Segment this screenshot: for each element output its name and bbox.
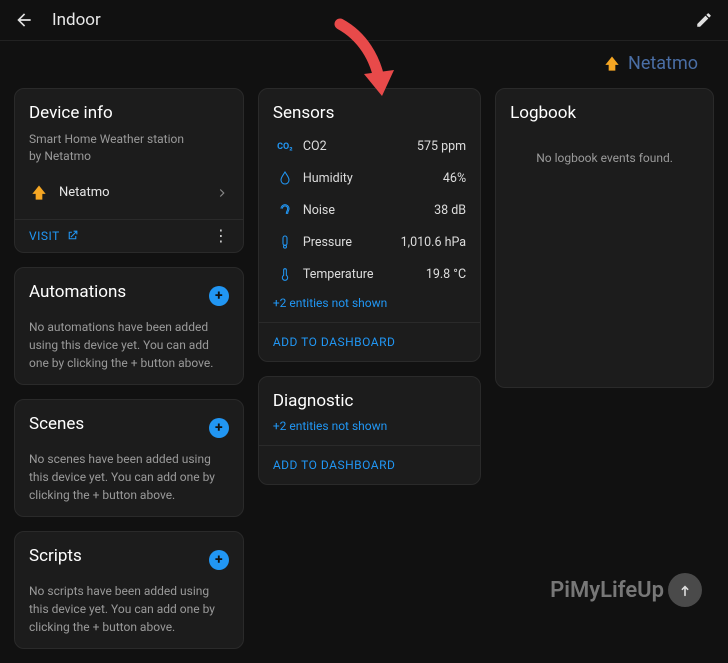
sensors-title: Sensors	[273, 103, 466, 123]
sensors-more-link[interactable]: +2 entities not shown	[273, 296, 466, 310]
brand-logo-label: Netatmo	[602, 53, 698, 74]
add-scene-button[interactable]: +	[209, 418, 229, 438]
diagnostic-more-link[interactable]: +2 entities not shown	[273, 419, 466, 433]
edit-button[interactable]	[694, 10, 714, 30]
logbook-card: Logbook No logbook events found.	[495, 88, 714, 388]
device-info-card: Device info Smart Home Weather station b…	[14, 88, 244, 253]
netatmo-icon	[29, 183, 49, 203]
co2-icon: CO₂	[273, 142, 297, 152]
device-info-title: Device info	[29, 103, 229, 123]
brand-name: Netatmo	[628, 53, 698, 74]
scenes-title: Scenes	[29, 414, 84, 434]
add-script-button[interactable]: +	[209, 550, 229, 570]
sensor-row-pressure[interactable]: Pressure 1,010.6 hPa	[273, 226, 466, 258]
integration-name: Netatmo	[59, 185, 110, 200]
visit-link[interactable]: VISIT	[29, 229, 79, 243]
sensor-row-co2[interactable]: CO₂ CO2 575 ppm	[273, 131, 466, 162]
scenes-card: Scenes + No scenes have been added using…	[14, 399, 244, 517]
page-title: Indoor	[52, 10, 101, 30]
automations-empty-text: No automations have been added using thi…	[29, 318, 229, 372]
logbook-empty-text: No logbook events found.	[510, 131, 699, 165]
logbook-title: Logbook	[510, 103, 699, 123]
sensors-card: Sensors CO₂ CO2 575 ppm Humidity 46% Noi…	[258, 88, 481, 362]
sensor-row-noise[interactable]: Noise 38 dB	[273, 194, 466, 226]
back-button[interactable]	[14, 10, 34, 30]
noise-icon	[273, 202, 297, 218]
chevron-right-icon	[215, 186, 229, 200]
temperature-icon	[273, 266, 297, 282]
sensor-row-temperature[interactable]: Temperature 19.8 °C	[273, 258, 466, 290]
diagnostic-add-dashboard-button[interactable]: ADD TO DASHBOARD	[259, 445, 480, 484]
netatmo-logo-icon	[602, 54, 622, 74]
scripts-title: Scripts	[29, 546, 82, 566]
humidity-icon	[273, 170, 297, 186]
external-link-icon	[66, 229, 79, 242]
sensor-row-humidity[interactable]: Humidity 46%	[273, 162, 466, 194]
automations-card: Automations + No automations have been a…	[14, 267, 244, 385]
scripts-empty-text: No scripts have been added using this de…	[29, 582, 229, 636]
top-bar: Indoor	[0, 0, 728, 41]
diagnostic-title: Diagnostic	[273, 391, 466, 411]
overflow-menu-button[interactable]: ⋮	[213, 228, 229, 244]
automations-title: Automations	[29, 282, 126, 302]
brand-row: Netatmo	[0, 41, 728, 80]
pressure-icon	[273, 234, 297, 250]
scenes-empty-text: No scenes have been added using this dev…	[29, 450, 229, 504]
diagnostic-card: Diagnostic +2 entities not shown ADD TO …	[258, 376, 481, 485]
scripts-card: Scripts + No scripts have been added usi…	[14, 531, 244, 649]
device-manufacturer: by Netatmo	[29, 149, 91, 163]
integration-row[interactable]: Netatmo	[29, 177, 229, 209]
device-model: Smart Home Weather station	[29, 132, 184, 146]
add-automation-button[interactable]: +	[209, 286, 229, 306]
sensors-add-dashboard-button[interactable]: ADD TO DASHBOARD	[259, 322, 480, 361]
